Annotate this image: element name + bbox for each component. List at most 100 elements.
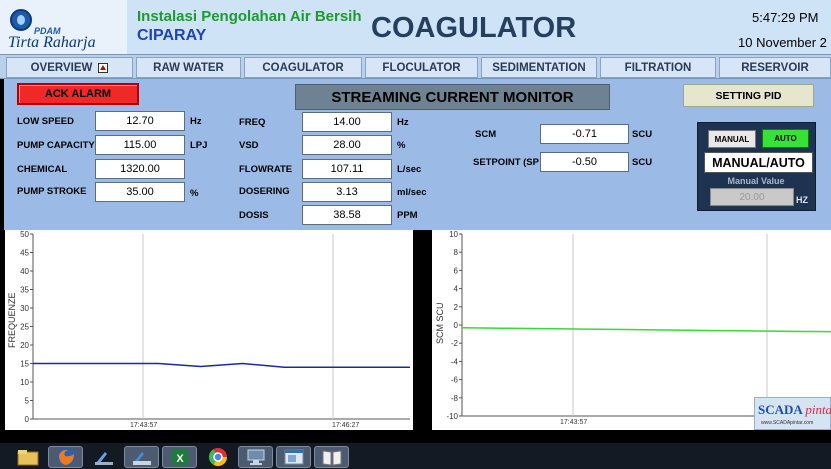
scm-field[interactable]: -0.71: [540, 124, 629, 144]
book-icon[interactable]: [314, 446, 349, 468]
manual-value-label: Manual Value: [727, 176, 785, 186]
nav-bar: OVERVIEW RAW WATER COAGULATOR FLOCULATOR…: [0, 54, 831, 79]
manual-value-unit: HZ: [796, 195, 808, 205]
company-logo: PDAM Tirta Raharja: [0, 0, 127, 54]
chemical-field[interactable]: 1320.00: [95, 159, 185, 179]
frequency-series-line: [33, 362, 410, 368]
book-glyph: [322, 450, 341, 466]
network-icon[interactable]: [238, 446, 273, 468]
tab-label: OVERVIEW: [30, 61, 93, 74]
watermark-brand-accent: pintar: [805, 402, 831, 417]
frequency-ytick-label: 5: [25, 397, 30, 406]
frequency-ytick-label: 10: [20, 378, 29, 387]
watermark-logo: SCADA pintar www.SCADApintar.com: [754, 397, 831, 430]
frequency-xtick-label: 17:46:27: [332, 422, 359, 429]
pump-stroke-field[interactable]: 35.00: [95, 182, 185, 202]
scm-ytick-label: -10: [446, 412, 458, 421]
tab-raw-water[interactable]: RAW WATER: [136, 57, 241, 78]
scm-ytick-label: 10: [449, 230, 458, 239]
ack-alarm-button[interactable]: ACK ALARM: [17, 83, 139, 105]
scada-tool-icon[interactable]: [86, 446, 121, 468]
chrome-glyph: [208, 448, 227, 467]
frequency-ytick-label: 15: [20, 360, 29, 369]
scm-ytick-label: 6: [454, 266, 459, 275]
low-speed-field[interactable]: 12.70: [95, 111, 185, 131]
tab-sedimentation[interactable]: SEDIMENTATION: [481, 57, 597, 78]
scm-ytick-label: -4: [451, 357, 459, 366]
screen-title: COAGULATOR: [371, 12, 577, 44]
monitor-title: STREAMING CURRENT MONITOR: [295, 84, 610, 110]
network-glyph: [247, 449, 264, 465]
setpoint-label: SETPOINT (SP: [473, 157, 539, 168]
scm-label: SCM: [475, 129, 497, 140]
scada-tool-glyph: [94, 452, 113, 465]
file-explorer-glyph: [17, 450, 38, 466]
firefox-glyph: [56, 448, 75, 466]
dosering-unit: ml/sec: [397, 187, 427, 198]
pump-capacity-field[interactable]: 115.00: [95, 135, 185, 155]
scm-chart-ylabel: SCM SCU: [435, 302, 445, 344]
flowrate-field[interactable]: 107.11: [302, 159, 392, 179]
frequency-ytick-label: 20: [20, 341, 29, 350]
freq-unit: Hz: [397, 117, 409, 128]
water-drop-icon: [10, 9, 32, 31]
setting-pid-button[interactable]: SETTING PID: [683, 84, 814, 107]
scm-ytick-label: -2: [451, 339, 459, 348]
scm-series-line: [461, 326, 831, 333]
chemical-label: CHEMICAL: [17, 164, 68, 175]
dosering-field[interactable]: 3.13: [302, 182, 392, 202]
firefox-icon[interactable]: [48, 446, 83, 468]
scm-ytick-label: 2: [454, 303, 459, 312]
low-speed-unit: Hz: [190, 116, 202, 127]
watermark-brand-main: SCADA: [758, 402, 803, 417]
frequency-ytick-label: 30: [20, 304, 29, 313]
plant-location: CIPARAY: [137, 27, 207, 44]
setpoint-field[interactable]: -0.50: [540, 152, 629, 172]
vsd-unit: %: [397, 140, 406, 151]
low-speed-label: LOW SPEED: [17, 116, 75, 127]
manual-button[interactable]: MANUAL: [708, 130, 756, 148]
pump-stroke-unit: %: [190, 188, 199, 199]
setpoint-unit: SCU: [632, 157, 653, 168]
tab-floculator[interactable]: FLOCULATOR: [365, 57, 478, 78]
tab-label: FLOCULATOR: [382, 61, 461, 74]
tab-filtration[interactable]: FILTRATION: [600, 57, 716, 78]
manual-value-input[interactable]: 20.00: [710, 188, 794, 206]
tab-label: SEDIMENTATION: [492, 61, 586, 74]
file-explorer-icon[interactable]: [10, 446, 45, 468]
dosis-label: DOSIS: [239, 210, 269, 221]
scm-ytick-label: -8: [451, 394, 459, 403]
scada-runtime-icon[interactable]: [124, 446, 159, 468]
auto-button[interactable]: AUTO: [762, 129, 809, 148]
dosis-field[interactable]: 38.58: [302, 205, 392, 225]
tab-coagulator[interactable]: COAGULATOR: [244, 57, 362, 78]
freq-field[interactable]: 14.00: [302, 112, 392, 132]
frequency-ytick-label: 35: [20, 286, 29, 295]
dosering-label: DOSERING: [239, 186, 290, 197]
vsd-field[interactable]: 28.00: [302, 135, 392, 155]
plant-title: Instalasi Pengolahan Air Bersih: [137, 8, 362, 25]
tab-overview[interactable]: OVERVIEW: [6, 57, 133, 78]
logo-name-text: Tirta Raharja: [8, 34, 96, 51]
vsd-label: VSD: [239, 140, 259, 151]
excel-icon[interactable]: X: [162, 446, 197, 468]
window-app-icon[interactable]: [276, 446, 311, 468]
pump-capacity-unit: LPJ: [190, 140, 208, 151]
clock-date: 10 November 2: [738, 35, 827, 50]
alarm-indicator-icon: [98, 62, 109, 73]
excel-glyph: X: [171, 449, 188, 465]
flowrate-unit: L/sec: [397, 164, 422, 175]
tab-reservoir[interactable]: RESERVOIR: [719, 57, 831, 78]
dosis-unit: PPM: [397, 210, 418, 221]
frequency-chart-svg: 0 5 10 15 20 25 30 35 40 45 50 17:43:57 17:46:27: [20, 230, 410, 429]
frequency-chart: 0 5 10 15 20 25 30 35 40 45 50 17:43:57 17:46:27 FRE…: [5, 230, 413, 430]
flowrate-label: FLOWRATE: [239, 164, 293, 175]
svg-text:X: X: [176, 453, 184, 465]
freq-label: FREQ: [239, 117, 266, 128]
frequency-ytick-label: 45: [20, 249, 29, 258]
scm-ytick-label: 4: [454, 285, 459, 294]
scm-ytick-label: 8: [454, 248, 459, 257]
window-app-glyph: [284, 449, 303, 465]
chrome-icon[interactable]: [200, 446, 235, 468]
scada-screen: PDAM Tirta Raharja Instalasi Pengolahan …: [0, 0, 831, 469]
